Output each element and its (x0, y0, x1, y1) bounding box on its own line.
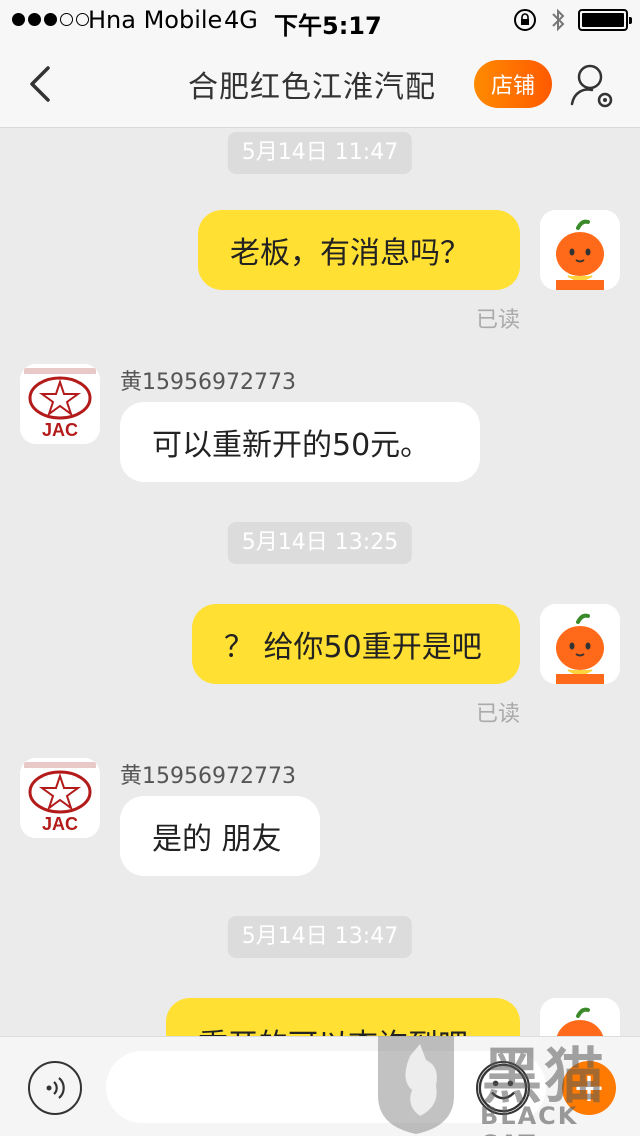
read-status: 已读 (475, 702, 520, 727)
shop-button[interactable]: 店铺 (474, 60, 552, 108)
clock: 下午5:17 (274, 12, 382, 40)
outgoing-message[interactable]: 重开的可以查询到吧 (166, 998, 520, 1036)
sender-name: 黄15956972773 (120, 764, 296, 789)
message-list[interactable]: 5月14日 11:47 老板，有消息吗？ 已读 JAC 黄15956972773… (0, 128, 640, 1036)
carrier-name: Hna Mobile (88, 6, 223, 34)
svg-text:JAC: JAC (42, 420, 78, 440)
jac-logo-icon: JAC (20, 758, 100, 838)
status-bar: Hna Mobile 4G 下午5:17 (0, 0, 640, 40)
pumpkin-mascot-icon (540, 604, 620, 684)
pumpkin-mascot-icon (540, 998, 620, 1036)
battery-icon (578, 9, 632, 31)
timestamp: 5月14日 13:47 (227, 916, 413, 958)
message-text: 是的 朋友 (152, 822, 282, 857)
pumpkin-mascot-icon (540, 210, 620, 290)
svg-text:JAC: JAC (42, 814, 78, 834)
jac-logo-icon: JAC (20, 364, 100, 444)
incoming-message[interactable]: 是的 朋友 (120, 796, 320, 876)
message-text: 老板，有消息吗？ (230, 236, 470, 271)
input-bar: + (0, 1036, 640, 1136)
message-text: 重开的可以查询到吧 (198, 1020, 468, 1036)
nav-bar: 合肥红色江淮汽配 店铺 (0, 40, 640, 128)
outgoing-message[interactable]: ？ 给你50重开是吧 (192, 604, 520, 684)
message-text: ？ 给你50重开是吧 (224, 630, 482, 665)
shop-avatar[interactable]: JAC (20, 758, 100, 838)
emoji-button[interactable] (476, 1061, 530, 1115)
profile-settings-icon[interactable] (568, 60, 618, 112)
read-status: 已读 (475, 308, 520, 333)
shop-avatar[interactable]: JAC (20, 364, 100, 444)
my-avatar[interactable] (540, 604, 620, 684)
sender-name: 黄15956972773 (120, 370, 296, 395)
page-title: 合肥红色江淮汽配 (188, 70, 436, 105)
my-avatar[interactable] (540, 210, 620, 290)
voice-input-button[interactable] (28, 1061, 82, 1115)
signal-strength-icon (12, 9, 89, 26)
plus-icon: + (572, 1065, 606, 1111)
incoming-message[interactable]: 可以重新开的50元。 (120, 402, 480, 482)
rotation-lock-icon (514, 9, 536, 31)
timestamp: 5月14日 11:47 (227, 132, 413, 174)
more-options-button[interactable]: + (562, 1061, 616, 1115)
bluetooth-icon (552, 8, 565, 32)
my-avatar[interactable] (540, 998, 620, 1036)
back-button[interactable] (20, 60, 64, 108)
timestamp: 5月14日 13:25 (227, 522, 413, 564)
outgoing-message[interactable]: 老板，有消息吗？ (198, 210, 520, 290)
message-text: 可以重新开的50元。 (152, 428, 431, 463)
voice-icon (46, 1077, 65, 1099)
network-type: 4G (224, 6, 258, 34)
